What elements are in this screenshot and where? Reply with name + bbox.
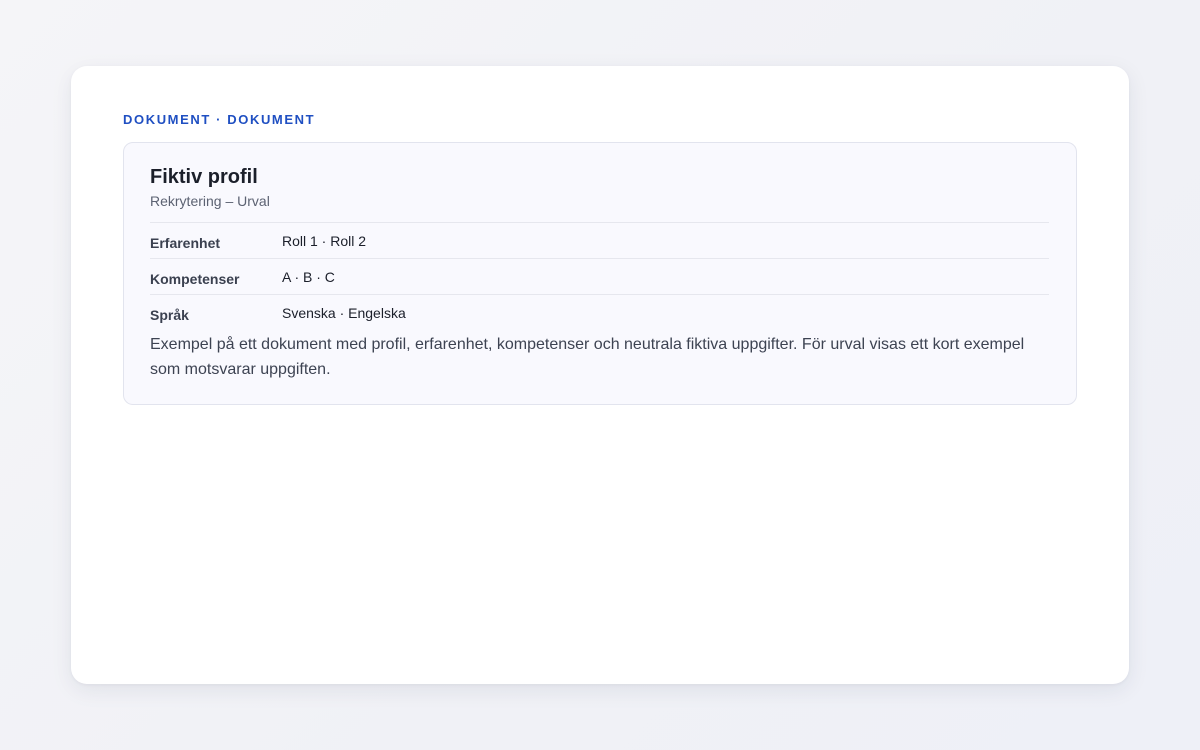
field-row-erfarenhet: Erfarenhet Roll 1 · Roll 2 (150, 222, 1049, 258)
document-title: Fiktiv profil (150, 166, 258, 188)
page-background: DOKUMENT · DOKUMENT Fiktiv profil Rekryt… (0, 0, 1200, 750)
document-body-text: Exempel på ett dokument med profil, erfa… (150, 336, 1025, 378)
content-card: DOKUMENT · DOKUMENT Fiktiv profil Rekryt… (71, 66, 1129, 684)
document-panel: Fiktiv profil Rekrytering – Urval Erfare… (123, 142, 1077, 405)
field-value: Svenska · Engelska (282, 304, 406, 321)
field-row-kompetenser: Kompetenser A · B · C (150, 258, 1049, 294)
field-label: Språk (150, 306, 189, 323)
field-row-sprak: Språk Svenska · Engelska (150, 294, 1049, 330)
field-label: Erfarenhet (150, 234, 221, 251)
field-label: Kompetenser (150, 270, 240, 287)
profile-fields: Erfarenhet Roll 1 · Roll 2 Kompetenser A… (150, 222, 1049, 330)
field-value: Roll 1 · Roll 2 (282, 232, 367, 249)
section-eyebrow: DOKUMENT · DOKUMENT (123, 112, 316, 127)
field-value: A · B · C (282, 268, 335, 285)
document-subtitle: Rekrytering – Urval (150, 193, 270, 209)
